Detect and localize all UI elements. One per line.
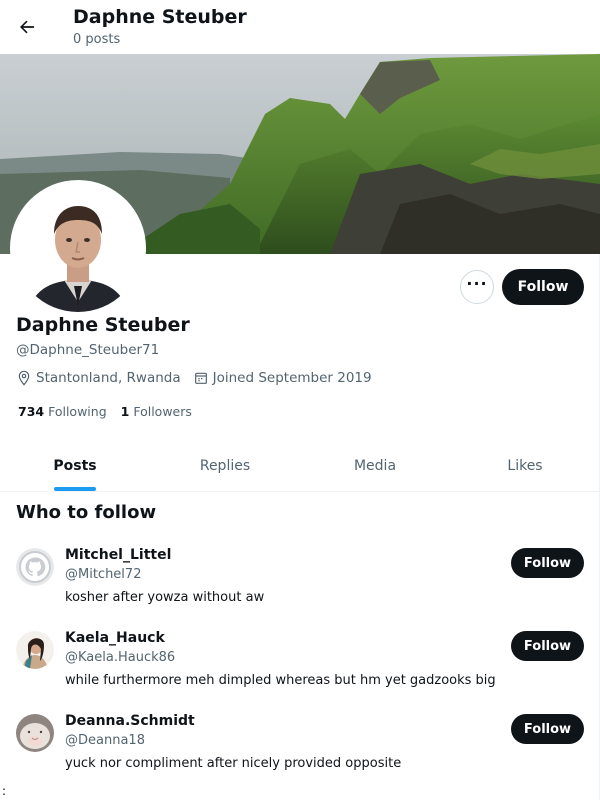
suggestion-follow-button[interactable]: Follow [511, 548, 584, 578]
suggestion-handle: @Kaela.Hauck86 [65, 650, 176, 665]
tab-media[interactable]: Media [300, 440, 450, 491]
stray-colon: : [2, 784, 7, 798]
profile-photo [14, 184, 142, 312]
calendar-icon [193, 370, 209, 386]
suggestion-follow-button[interactable]: Follow [511, 714, 584, 744]
suggestion-handle: @Deanna18 [65, 733, 145, 748]
active-tab-indicator [54, 487, 96, 491]
following-count: 734 [18, 404, 45, 419]
follow-button[interactable]: Follow [502, 269, 584, 305]
suggestion-item[interactable]: Kaela_Hauck @Kaela.Hauck86 while further… [0, 630, 600, 711]
header-post-count: 0 posts [73, 32, 121, 47]
tab-likes[interactable]: Likes [450, 440, 600, 491]
more-options-icon: ··· [466, 274, 488, 293]
following-link[interactable]: 734 Following [18, 404, 107, 419]
tab-media-label: Media [353, 457, 397, 474]
profile-avatar[interactable] [10, 180, 146, 316]
following-label: Following [48, 404, 107, 419]
tab-replies[interactable]: Replies [150, 440, 300, 491]
follow-counts: 734 Following 1 Followers [18, 404, 206, 419]
profile-joined-date: Joined September 2019 [212, 370, 372, 386]
suggestion-bio: kosher after yowza without aw [65, 590, 265, 605]
location-pin-icon [16, 370, 32, 386]
header-title: Daphne Steuber [73, 6, 247, 28]
person-photo-avatar [16, 631, 54, 669]
profile-meta: Stantonland, Rwanda Joined September 201… [16, 370, 372, 386]
suggestion-item[interactable]: Mitchel_Littel @Mitchel72 kosher after y… [0, 547, 600, 628]
profile-tabs: Posts Replies Media Likes [0, 440, 600, 492]
suggestion-follow-button[interactable]: Follow [511, 631, 584, 661]
suggestion-handle: @Mitchel72 [65, 567, 142, 582]
arrow-left-icon [20, 20, 35, 34]
suggestion-item[interactable]: Deanna.Schmidt @Deanna18 yuck nor compli… [0, 713, 600, 794]
profile-name: Daphne Steuber [16, 314, 190, 336]
profile-page: Daphne Steuber 0 posts ··· Follow Daphne… [0, 0, 600, 800]
followers-count: 1 [120, 404, 130, 419]
suggestion-name[interactable]: Mitchel_Littel [65, 547, 171, 563]
suggestion-avatar[interactable] [16, 631, 54, 669]
suggestion-avatar[interactable] [16, 714, 54, 752]
who-to-follow-heading: Who to follow [16, 502, 157, 523]
profile-location: Stantonland, Rwanda [36, 370, 181, 386]
animal-photo-avatar [16, 714, 54, 752]
suggestion-bio: yuck nor compliment after nicely provide… [65, 756, 402, 771]
github-default-avatar-icon [16, 548, 54, 586]
suggestion-avatar[interactable] [16, 548, 54, 586]
back-button[interactable] [10, 10, 44, 44]
profile-header: Daphne Steuber 0 posts [0, 0, 600, 53]
followers-label: Followers [133, 404, 192, 419]
followers-link[interactable]: 1 Followers [121, 404, 192, 419]
suggestion-bio: while furthermore meh dimpled whereas bu… [65, 673, 496, 688]
tab-replies-label: Replies [199, 457, 251, 474]
suggestion-name[interactable]: Deanna.Schmidt [65, 713, 195, 729]
tab-likes-label: Likes [507, 457, 543, 474]
suggestion-name[interactable]: Kaela_Hauck [65, 630, 165, 646]
tab-posts-label: Posts [53, 457, 97, 474]
more-options-button[interactable]: ··· [460, 270, 494, 304]
profile-handle: @Daphne_Steuber71 [16, 342, 160, 358]
tab-posts[interactable]: Posts [0, 440, 150, 491]
